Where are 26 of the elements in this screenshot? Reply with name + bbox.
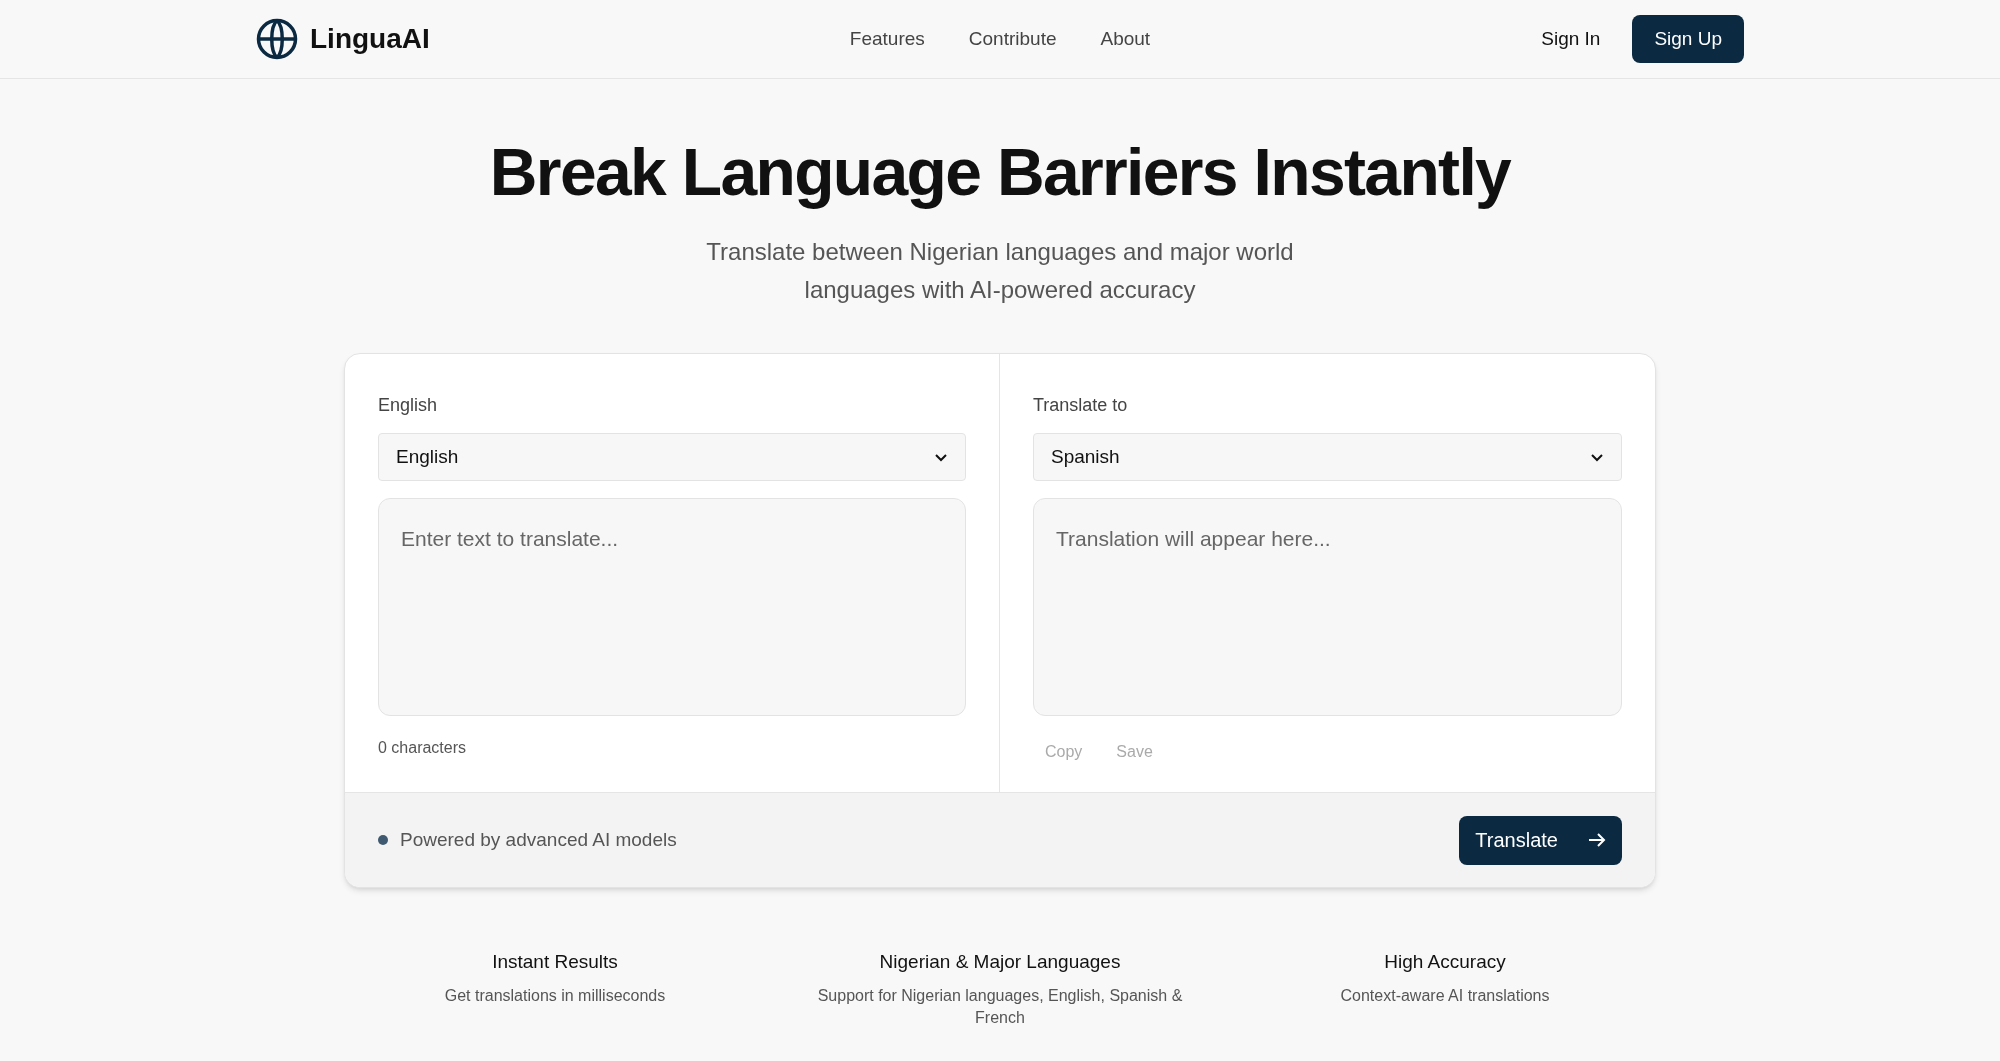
feature-title: High Accuracy	[1384, 950, 1506, 974]
nav-link[interactable]: Contribute	[968, 24, 1057, 54]
feature-description: Support for Nigerian languages, English, Spanish & French	[816, 985, 1184, 1028]
feature-description: Context-aware AI translations	[1339, 985, 1551, 1006]
character-count: 0 characters	[378, 738, 468, 758]
logo-text[interactable]: LinguaAI	[310, 18, 430, 60]
hero-subtitle: Translate between Nigerian languages and major world languages with AI-powered accuracy	[705, 237, 1295, 305]
source-text-field[interactable]: Enter text to translate...	[378, 498, 966, 716]
arrow-right-icon	[1588, 832, 1606, 848]
chevron-down-icon	[1590, 452, 1604, 462]
feature-title: Instant Results	[492, 950, 618, 974]
field-label: English	[378, 394, 439, 417]
sign-up-button[interactable]: Sign Up	[1632, 15, 1744, 63]
globe-icon	[256, 18, 298, 60]
nav-link[interactable]: Features	[849, 24, 925, 54]
feature-title: Nigerian & Major Languages	[879, 950, 1121, 974]
nav-link[interactable]: About	[1100, 24, 1151, 54]
language-select[interactable]: Spanish	[1033, 433, 1622, 481]
feature-description: Get translations in milliseconds	[443, 985, 667, 1006]
chevron-down-icon	[934, 452, 948, 462]
field-label: Translate to	[1033, 394, 1129, 417]
powered-by-note: Powered by advanced AI models	[400, 827, 677, 852]
translation-output-field[interactable]: Translation will appear here...	[1033, 498, 1622, 716]
sign-in-link[interactable]: Sign In	[1541, 24, 1601, 54]
language-select[interactable]: English	[378, 433, 966, 481]
translate-button[interactable]: Translate	[1459, 815, 1622, 865]
